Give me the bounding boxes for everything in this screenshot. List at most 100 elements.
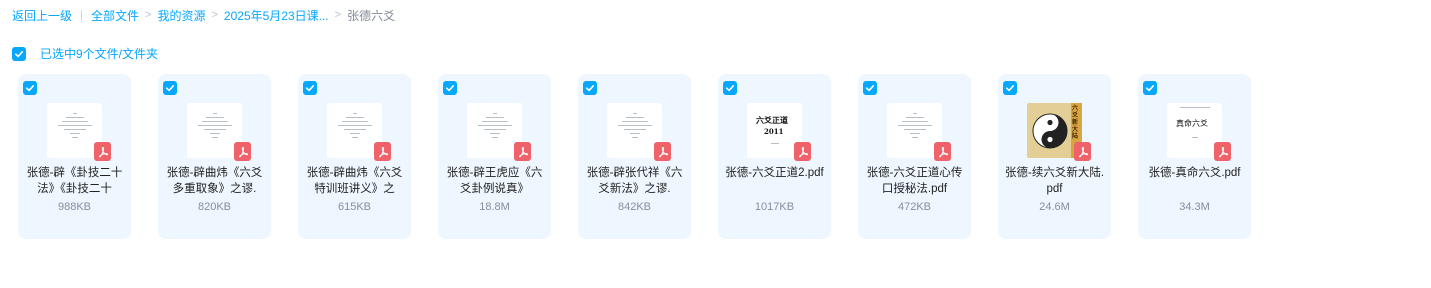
file-name[interactable]: 张德-辟王虎应《六爻卦例说真》 (444, 165, 545, 197)
text-line (903, 129, 926, 130)
file-card[interactable]: 张德-六爻正道心传口授秘法.pdf 472KB (858, 74, 971, 239)
text-line (909, 133, 920, 134)
file-checkbox[interactable] (723, 81, 737, 95)
back-link[interactable]: 返回上一级 (12, 7, 72, 24)
text-line (770, 143, 779, 144)
file-name[interactable]: 张德-六爻正道2.pdf (724, 165, 825, 197)
taiji-icon (1032, 113, 1068, 149)
text-line (901, 121, 928, 122)
file-checkbox[interactable] (303, 81, 317, 95)
file-checkbox[interactable] (583, 81, 597, 95)
file-name[interactable]: 张德-六爻正道心传口授秘法.pdf (864, 165, 965, 197)
checkmark-icon (1006, 85, 1015, 92)
breadcrumb-current: 张德六爻 (347, 8, 396, 23)
select-all-checkbox[interactable] (12, 46, 26, 61)
text-line (61, 121, 88, 122)
file-name[interactable]: 张德-辟曲炜《六爻多重取象》之谬. (164, 165, 265, 197)
breadcrumb-item-course-folder[interactable]: 2025年5月23日课... (224, 7, 329, 24)
text-line (337, 125, 372, 126)
text-line (352, 113, 357, 114)
file-card[interactable]: 张德-辟王虎应《六爻卦例说真》 18.8M (438, 74, 551, 239)
file-size: 18.8M (479, 201, 510, 213)
pdf-icon (794, 142, 811, 161)
file-size: 615KB (337, 201, 372, 213)
file-thumbnail (887, 103, 951, 161)
text-line (632, 113, 637, 114)
text-line (489, 133, 500, 134)
text-line (485, 117, 504, 118)
thumb-title: 六爻新大陆 (1072, 105, 1079, 140)
text-line (905, 117, 924, 118)
file-size: 1017KB (754, 201, 795, 213)
text-line (209, 133, 220, 134)
checkmark-icon (586, 85, 595, 92)
chevron-right-icon: > (211, 9, 218, 21)
file-name[interactable]: 张德-真命六爻.pdf (1144, 165, 1245, 197)
file-name[interactable]: 张德-辟《卦技二十法》《卦技二十 (24, 165, 125, 197)
file-thumbnail: 六爻新大陆 (1027, 103, 1091, 161)
text-line (349, 133, 360, 134)
file-checkbox[interactable] (443, 81, 457, 95)
pdf-icon (1214, 142, 1231, 161)
file-card[interactable]: 真命六爻 张德-真命六爻.pdf 34.3M (1138, 74, 1251, 239)
text-line (57, 125, 92, 126)
file-thumbnail (187, 103, 251, 161)
file-checkbox[interactable] (23, 81, 37, 95)
text-line (1191, 137, 1198, 138)
file-size: 472KB (897, 201, 932, 213)
file-thumbnail (47, 103, 111, 161)
text-line (203, 129, 226, 130)
text-line (483, 129, 506, 130)
file-checkbox[interactable] (863, 81, 877, 95)
thumb-title: 六爻正道 (756, 115, 788, 125)
text-line (492, 113, 497, 114)
text-line (65, 117, 84, 118)
file-checkbox[interactable] (1003, 81, 1017, 95)
text-line (1179, 107, 1210, 108)
file-name[interactable]: 张德-辟曲炜《六爻特训班讲义》之 (304, 165, 405, 197)
text-line (625, 117, 644, 118)
file-thumbnail: 真命六爻 (1167, 103, 1231, 161)
text-line (205, 117, 224, 118)
selection-bar: 已选中9个文件/文件夹 (12, 45, 158, 62)
file-size: 24.6M (1039, 201, 1070, 213)
file-card[interactable]: 张德-辟张代祥《六爻新法》之谬. 842KB (578, 74, 691, 239)
file-card[interactable]: 张德-辟《卦技二十法》《卦技二十 988KB (18, 74, 131, 239)
text-line (911, 137, 918, 138)
text-line (621, 121, 648, 122)
text-line (72, 113, 77, 114)
file-card[interactable]: 张德-辟曲炜《六爻多重取象》之谬. 820KB (158, 74, 271, 239)
text-line (351, 137, 358, 138)
text-line (623, 129, 646, 130)
pdf-icon (374, 142, 391, 161)
text-line (481, 121, 508, 122)
pdf-icon (514, 142, 531, 161)
file-name[interactable]: 张德-辟张代祥《六爻新法》之谬. (584, 165, 685, 197)
text-line (345, 117, 364, 118)
file-card[interactable]: 张德-辟曲炜《六爻特训班讲义》之 615KB (298, 74, 411, 239)
file-size: 988KB (57, 201, 92, 213)
file-card[interactable]: 六爻新大陆张德-续六爻新大陆.pdf 24.6M (998, 74, 1111, 239)
checkmark-icon (446, 85, 455, 92)
text-line (491, 137, 498, 138)
file-checkbox[interactable] (163, 81, 177, 95)
breadcrumb-item-all-files[interactable]: 全部文件 (91, 7, 139, 24)
pdf-icon (234, 142, 251, 161)
file-thumbnail (327, 103, 391, 161)
checkmark-icon (1146, 85, 1155, 92)
file-checkbox[interactable] (1143, 81, 1157, 95)
pdf-icon (1074, 142, 1091, 161)
chevron-right-icon: > (334, 9, 342, 21)
chevron-right-icon: > (145, 9, 152, 21)
text-line (197, 125, 232, 126)
text-line (341, 121, 368, 122)
pdf-icon (934, 142, 951, 161)
file-size: 842KB (617, 201, 652, 213)
text-line (211, 137, 218, 138)
breadcrumb-item-my-resources[interactable]: 我的资源 (157, 7, 205, 24)
file-name[interactable]: 张德-续六爻新大陆.pdf (1004, 165, 1105, 197)
file-card[interactable]: 六爻正道 2011 张德-六爻正道2.pdf 1017KB (718, 74, 831, 239)
text-line (897, 125, 932, 126)
text-line (343, 129, 366, 130)
file-thumbnail (467, 103, 531, 161)
